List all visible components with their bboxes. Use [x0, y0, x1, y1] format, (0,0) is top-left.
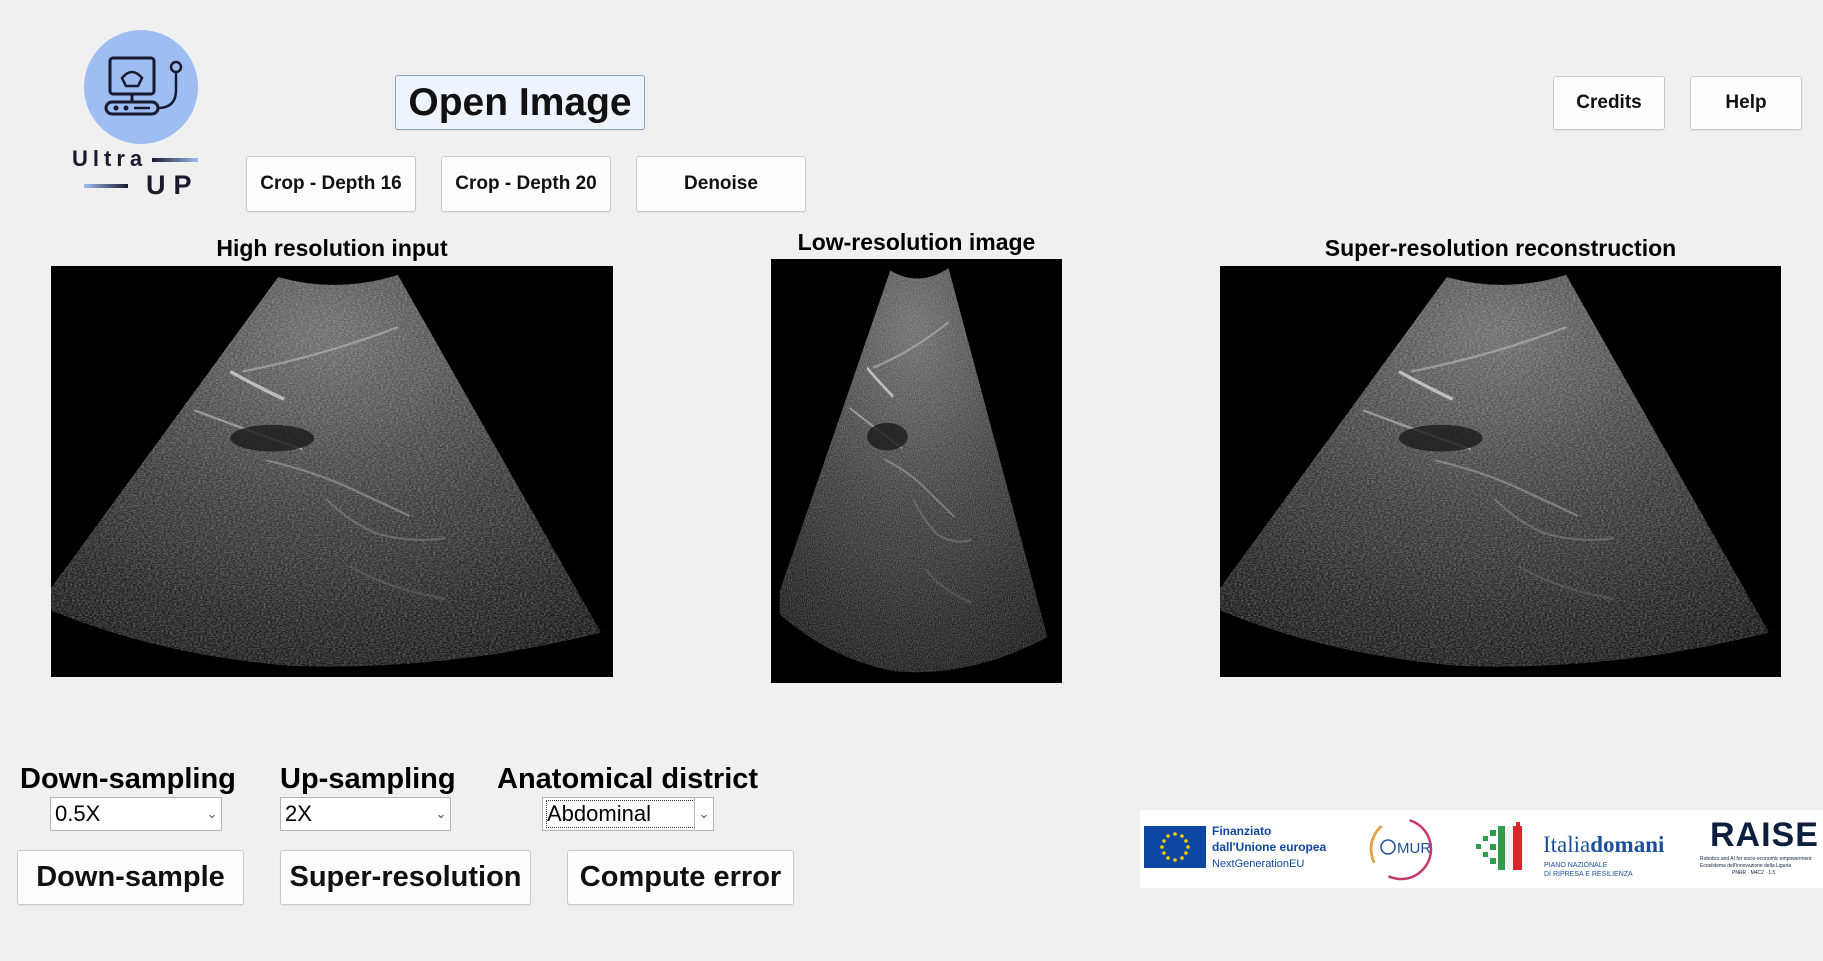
raise-sub1: Robotics and AI for socio-economic empow… [1700, 856, 1812, 862]
crop-depth-20-button[interactable]: Crop - Depth 20 [441, 156, 611, 212]
low-resolution-title: Low-resolution image [797, 229, 1036, 255]
anatomical-district-value: Abdominal [546, 800, 695, 828]
italia-text: Italia [1543, 832, 1591, 857]
high-resolution-title: High resolution input [216, 235, 448, 261]
italia-domani-text: Italiadomani [1543, 832, 1664, 858]
sponsor-logos-strip: Finanziato dall'Unione europea NextGener… [1140, 810, 1823, 888]
mur-logo: MUR [1366, 814, 1436, 884]
low-resolution-image [771, 259, 1062, 683]
crop-depth-16-button[interactable]: Crop - Depth 16 [246, 156, 416, 212]
italia-sub1: PIANO NAZIONALE [1544, 862, 1608, 869]
high-resolution-image [51, 266, 613, 677]
chevron-down-icon: ⌄ [694, 798, 713, 830]
down-sample-button[interactable]: Down-sample [17, 850, 244, 905]
mur-text: MUR [1397, 840, 1432, 857]
denoise-button[interactable]: Denoise [636, 156, 806, 212]
chevron-down-icon: ⌄ [206, 806, 218, 821]
eu-text-line3: NextGenerationEU [1212, 858, 1305, 870]
down-sampling-select[interactable]: 0.5X ⌄ [50, 797, 222, 831]
super-resolution-title: Super-resolution reconstruction [1324, 235, 1677, 261]
chevron-down-icon: ⌄ [435, 806, 447, 821]
super-resolution-image [1220, 266, 1781, 677]
help-button[interactable]: Help [1690, 76, 1802, 130]
compute-error-button[interactable]: Compute error [567, 850, 794, 905]
open-image-button[interactable]: Open Image [395, 75, 645, 130]
italia-sub2: DI RIPRESA E RESILIENZA [1544, 871, 1633, 878]
raise-sub3: PNRR · M4C2 · 1.5 [1732, 870, 1776, 876]
ultrasound-machine-icon [104, 56, 183, 116]
raise-sub2: Ecosistema dell'innovazione della Liguri… [1700, 863, 1792, 869]
up-sampling-select[interactable]: 2X ⌄ [280, 797, 451, 831]
logo-line-top [152, 158, 198, 162]
anatomical-district-select[interactable]: Abdominal ⌄ [542, 797, 714, 831]
up-sampling-value: 2X [285, 801, 312, 826]
raise-logo-text: RAISE [1710, 816, 1819, 854]
logo-text-ultra: Ultra [72, 146, 148, 171]
super-resolution-button[interactable]: Super-resolution [280, 850, 531, 905]
eu-flag-icon [1144, 826, 1206, 868]
logo-circle [84, 30, 198, 144]
domani-text: domani [1590, 832, 1665, 857]
eu-text-line2: dall'Unione europea [1212, 840, 1327, 854]
italia-domani-icon [1474, 822, 1524, 876]
app-logo: Ultra UP [60, 28, 200, 203]
down-sampling-label: Down-sampling [20, 763, 236, 795]
anatomical-district-label: Anatomical district [497, 763, 759, 795]
down-sampling-value: 0.5X [55, 801, 101, 826]
logo-text-up: UP [146, 170, 200, 200]
up-sampling-label: Up-sampling [280, 763, 456, 795]
logo-line-bottom [84, 184, 128, 188]
eu-text-line1: Finanziato [1212, 824, 1272, 838]
credits-button[interactable]: Credits [1553, 76, 1665, 130]
